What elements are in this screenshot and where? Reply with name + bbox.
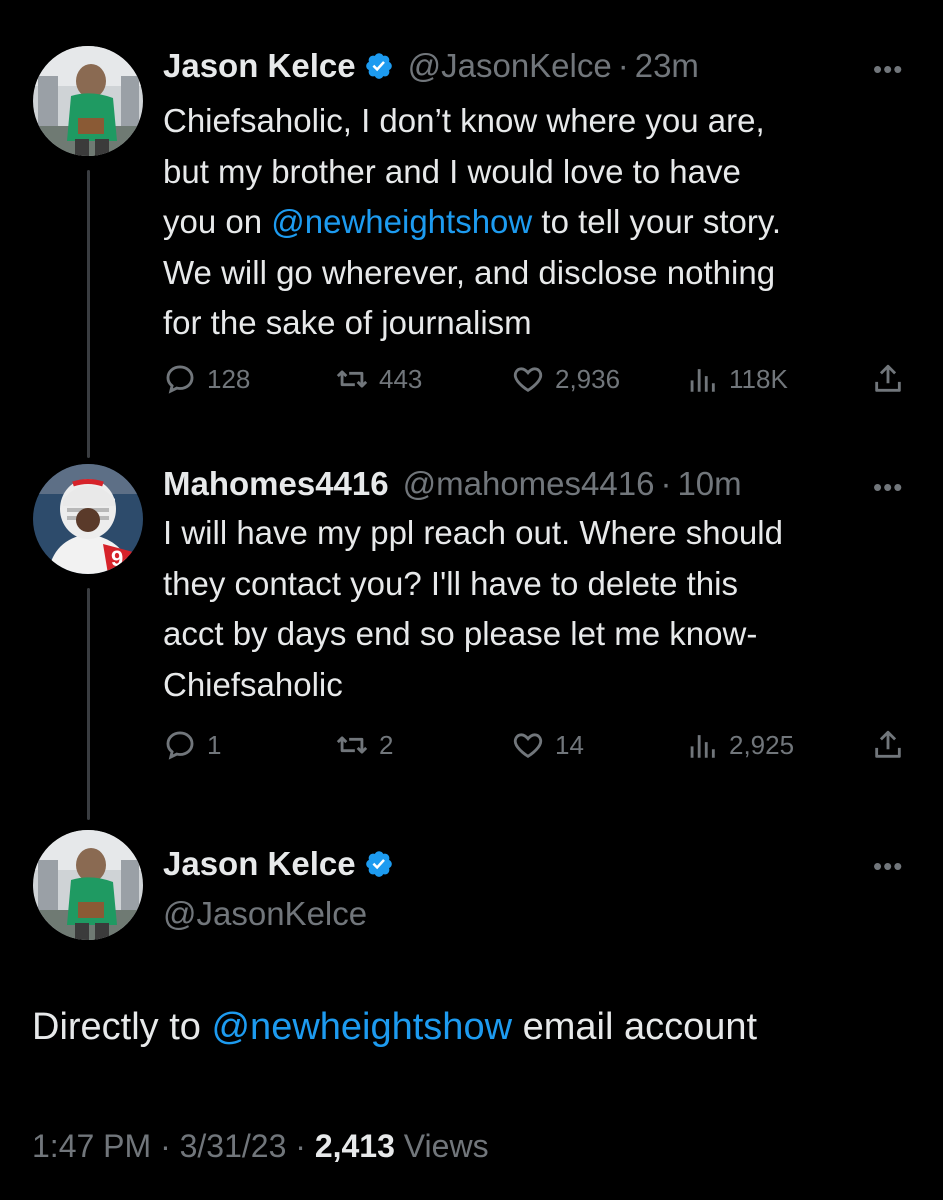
separator: · <box>295 1128 306 1164</box>
mention-link[interactable]: @newheightshow <box>271 203 532 240</box>
retweet-button[interactable]: 443 <box>335 362 422 396</box>
retweet-count: 443 <box>379 363 423 394</box>
views-count: 2,925 <box>729 729 795 760</box>
author-name[interactable]: Jason Kelce <box>163 47 356 85</box>
views-button[interactable]: 118K <box>685 362 788 396</box>
timestamp[interactable]: 10m <box>677 465 741 503</box>
svg-text:9: 9 <box>111 546 123 571</box>
reply-count: 1 <box>207 729 222 760</box>
author-name[interactable]: Jason Kelce <box>163 845 356 883</box>
retweet-count: 2 <box>379 729 394 760</box>
share-button[interactable] <box>871 728 915 762</box>
tweet-meta: 1:47 PM · 3/31/23 · 2,413 Views <box>32 1128 489 1165</box>
like-icon <box>513 733 543 758</box>
views-count: 118K <box>729 363 788 394</box>
verified-badge-icon <box>365 851 392 877</box>
like-button[interactable]: 14 <box>511 728 584 762</box>
reply-button[interactable]: 1 <box>163 728 221 762</box>
share-button[interactable] <box>871 362 915 396</box>
like-count: 14 <box>555 729 584 760</box>
reply-icon <box>166 731 194 760</box>
author-handle[interactable]: @JasonKelce <box>163 895 367 933</box>
more-icon[interactable]: ••• <box>873 851 903 882</box>
reply-count: 128 <box>207 363 251 394</box>
like-icon <box>513 367 543 392</box>
thread-line <box>87 588 90 820</box>
action-bar: 128 443 2,936 118K <box>163 362 913 402</box>
author-name[interactable]: Mahomes4416 <box>163 465 389 503</box>
like-count: 2,936 <box>555 363 621 394</box>
tweet-text: Chiefsaholic, I don’t know where you are… <box>163 102 782 341</box>
thread-line <box>87 170 90 458</box>
avatar[interactable] <box>33 46 143 156</box>
tweet-text: I will have my ppl reach out. Where shou… <box>163 514 783 703</box>
retweet-icon <box>336 736 368 754</box>
more-icon[interactable]: ••• <box>873 54 903 85</box>
verified-badge-icon <box>365 53 392 79</box>
retweet-button[interactable]: 2 <box>335 728 393 762</box>
share-icon <box>875 730 901 758</box>
reply-icon <box>166 365 194 394</box>
reply-button[interactable]: 128 <box>163 362 250 396</box>
views-icon <box>690 735 715 758</box>
more-icon[interactable]: ••• <box>873 472 903 503</box>
share-icon <box>875 364 901 392</box>
retweet-icon <box>336 370 368 388</box>
avatar[interactable] <box>33 830 143 940</box>
separator: · <box>660 465 672 502</box>
like-button[interactable]: 2,936 <box>511 362 620 396</box>
avatar[interactable]: 9 <box>33 464 143 574</box>
action-bar: 1 2 14 2,925 <box>163 728 913 768</box>
timestamp[interactable]: 23m <box>635 47 699 85</box>
tweet-date[interactable]: 3/31/23 <box>180 1128 287 1164</box>
separator: · <box>160 1128 171 1164</box>
views-button[interactable]: 2,925 <box>685 728 794 762</box>
views-icon <box>690 369 715 392</box>
views-label: Views <box>403 1128 489 1164</box>
separator: · <box>617 47 629 84</box>
author-handle[interactable]: @mahomes4416 <box>403 465 655 503</box>
tweet-text: Directly to @newheightshow email account <box>32 1006 758 1048</box>
mention-link[interactable]: @newheightshow <box>211 1006 512 1048</box>
author-handle[interactable]: @JasonKelce <box>408 47 612 85</box>
views-total: 2,413 <box>314 1128 395 1164</box>
tweet-time[interactable]: 1:47 PM <box>32 1128 151 1164</box>
